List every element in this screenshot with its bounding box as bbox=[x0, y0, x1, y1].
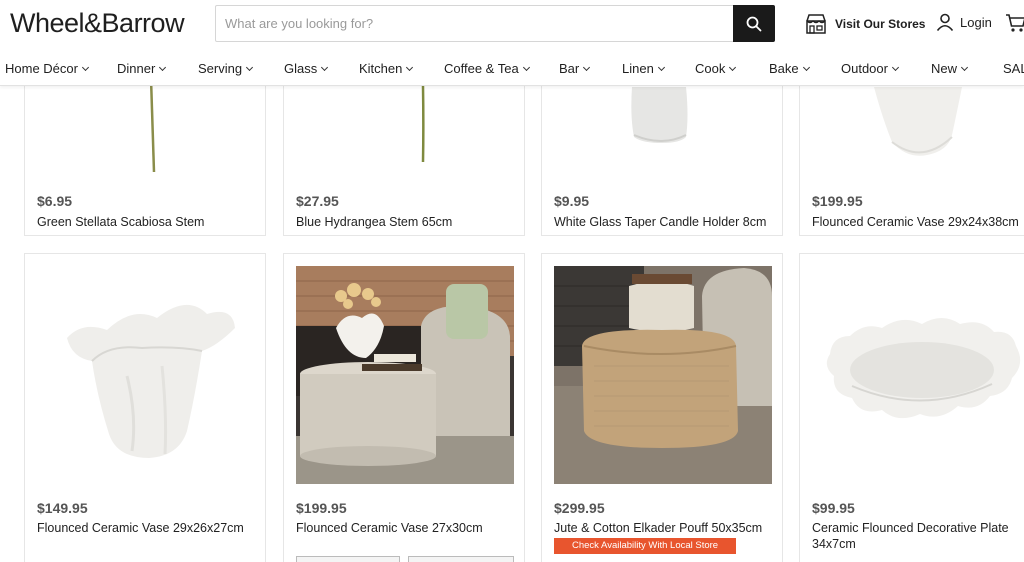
product-name[interactable]: Green Stellata Scabiosa Stem bbox=[37, 214, 259, 230]
product-card[interactable]: $199.95 Flounced Ceramic Vase 27x30cm bbox=[283, 253, 525, 562]
chevron-down-icon bbox=[960, 63, 969, 72]
nav-item-linen[interactable]: Linen bbox=[622, 61, 665, 76]
product-card[interactable]: $149.95 Flounced Ceramic Vase 29x26x27cm bbox=[24, 253, 266, 562]
nav-item-cook[interactable]: Cook bbox=[695, 61, 737, 76]
product-card[interactable]: $299.95 Jute & Cotton Elkader Pouff 50x3… bbox=[541, 253, 783, 562]
nav-label: Linen bbox=[622, 61, 654, 76]
nav-label: SALE bbox=[1003, 61, 1024, 76]
product-name[interactable]: Flounced Ceramic Vase 29x26x27cm bbox=[37, 520, 259, 536]
chevron-down-icon bbox=[583, 63, 591, 72]
login-link[interactable]: Login bbox=[936, 13, 992, 31]
nav-label: Outdoor bbox=[841, 61, 888, 76]
nav-item-outdoor[interactable]: Outdoor bbox=[841, 61, 900, 76]
site-logo[interactable]: Wheel&Barrow bbox=[10, 8, 185, 39]
nav-label: Cook bbox=[695, 61, 726, 76]
nav-item-new[interactable]: New bbox=[931, 61, 969, 76]
cart-button[interactable] bbox=[1005, 13, 1024, 38]
nav-label: Glass bbox=[284, 61, 318, 76]
nav-item-dinner[interactable]: Dinner bbox=[117, 61, 167, 76]
nav-label: Serving bbox=[198, 61, 243, 76]
product-image[interactable] bbox=[554, 86, 772, 172]
product-image[interactable] bbox=[812, 266, 1024, 484]
product-card[interactable]: $6.95 Green Stellata Scabiosa Stem bbox=[24, 86, 266, 236]
product-name[interactable]: Flounced Ceramic Vase 27x30cm bbox=[296, 520, 518, 536]
nav-item-sale[interactable]: SALE bbox=[1003, 61, 1024, 76]
nav-label: Bake bbox=[769, 61, 799, 76]
user-icon bbox=[936, 13, 954, 31]
cart-icon bbox=[1006, 14, 1024, 32]
nav-item-coffee-tea[interactable]: Coffee & Tea bbox=[444, 61, 530, 76]
action-button-stub[interactable] bbox=[296, 556, 400, 562]
chevron-down-icon bbox=[657, 63, 665, 72]
store-icon bbox=[806, 14, 826, 34]
visit-stores-label: Visit Our Stores bbox=[835, 17, 926, 31]
nav-label: Home Décor bbox=[5, 61, 78, 76]
chevron-down-icon bbox=[522, 63, 530, 72]
product-name[interactable]: Blue Hydrangea Stem 65cm bbox=[296, 214, 518, 230]
product-image[interactable] bbox=[296, 86, 514, 172]
nav-item-home-decor[interactable]: Home Décor bbox=[5, 61, 90, 76]
visit-stores-link[interactable]: Visit Our Stores bbox=[805, 12, 925, 36]
nav-item-kitchen[interactable]: Kitchen bbox=[359, 61, 414, 76]
nav-label: Bar bbox=[559, 61, 580, 76]
product-name[interactable]: Jute & Cotton Elkader Pouff 50x35cm bbox=[554, 520, 776, 536]
product-image[interactable] bbox=[37, 266, 255, 484]
search-button[interactable] bbox=[733, 5, 775, 42]
chevron-down-icon bbox=[891, 63, 900, 72]
product-price: $9.95 bbox=[554, 193, 590, 209]
search-input[interactable] bbox=[216, 6, 734, 41]
product-name[interactable]: Ceramic Flounced Decorative Plate 34x7cm bbox=[812, 520, 1012, 552]
nav-label: Coffee & Tea bbox=[444, 61, 519, 76]
nav-label: New bbox=[931, 61, 958, 76]
chevron-down-icon bbox=[246, 63, 254, 72]
product-card[interactable]: $9.95 White Glass Taper Candle Holder 8c… bbox=[541, 86, 783, 236]
product-image[interactable] bbox=[37, 86, 255, 172]
login-label: Login bbox=[960, 14, 992, 30]
action-button-stub[interactable] bbox=[408, 556, 514, 562]
nav-label: Dinner bbox=[117, 61, 156, 76]
chevron-down-icon bbox=[406, 63, 414, 72]
product-grid: $6.95 Green Stellata Scabiosa Stem $27.9… bbox=[0, 86, 1024, 562]
product-price: $199.95 bbox=[812, 193, 863, 209]
nav-item-bake[interactable]: Bake bbox=[769, 61, 810, 76]
nav-label: Kitchen bbox=[359, 61, 403, 76]
product-image[interactable] bbox=[812, 86, 1024, 172]
chevron-down-icon bbox=[729, 63, 737, 72]
search-icon bbox=[746, 16, 762, 31]
product-price: $99.95 bbox=[812, 500, 855, 516]
product-price: $149.95 bbox=[37, 500, 88, 516]
product-price: $199.95 bbox=[296, 500, 347, 516]
chevron-down-icon bbox=[81, 63, 90, 72]
nav-item-glass[interactable]: Glass bbox=[284, 61, 329, 76]
product-card[interactable]: $199.95 Flounced Ceramic Vase 29x24x38cm bbox=[799, 86, 1024, 236]
chevron-down-icon bbox=[321, 63, 329, 72]
product-name[interactable]: Flounced Ceramic Vase 29x24x38cm bbox=[812, 214, 1024, 230]
chevron-down-icon bbox=[802, 63, 810, 72]
main-nav: Home Décor Dinner Serving Glass Kitchen … bbox=[0, 52, 1024, 86]
check-availability-button[interactable]: Check Availability With Local Store bbox=[554, 538, 737, 554]
product-price: $27.95 bbox=[296, 193, 339, 209]
product-price: $6.95 bbox=[37, 193, 73, 209]
product-card[interactable]: $27.95 Blue Hydrangea Stem 65cm bbox=[283, 86, 525, 236]
nav-item-bar[interactable]: Bar bbox=[559, 61, 591, 76]
product-name[interactable]: White Glass Taper Candle Holder 8cm bbox=[554, 214, 776, 230]
product-price: $299.95 bbox=[554, 500, 605, 516]
product-image[interactable] bbox=[296, 266, 514, 484]
chevron-down-icon bbox=[159, 63, 167, 72]
site-header: Wheel&Barrow Visit Our Stores Login bbox=[0, 0, 1024, 52]
product-image[interactable] bbox=[554, 266, 772, 484]
product-card[interactable]: $99.95 Ceramic Flounced Decorative Plate… bbox=[799, 253, 1024, 562]
nav-item-serving[interactable]: Serving bbox=[198, 61, 254, 76]
search-bar bbox=[215, 5, 775, 42]
